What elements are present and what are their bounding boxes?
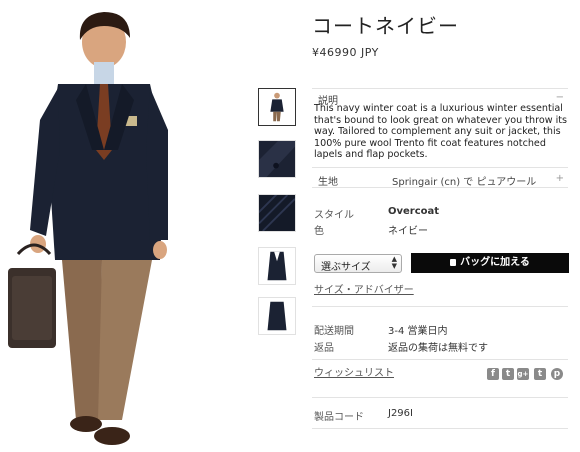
coat-back-icon (259, 298, 295, 334)
wishlist-link[interactable]: ウィッシュリスト (314, 368, 394, 380)
product-title: コートネイビー (312, 14, 459, 38)
add-to-bag-button[interactable]: バッグに加える (411, 253, 569, 273)
expand-icon[interactable]: + (556, 173, 564, 184)
returns-label: 返品 (314, 343, 334, 354)
thumbnail-fabric-detail[interactable] (258, 140, 296, 178)
style-label: スタイル (314, 210, 354, 221)
select-arrows-icon: ▲ ▼ (391, 255, 397, 270)
size-select[interactable]: 選ぶサイズ ▲ ▼ (314, 254, 402, 273)
fabric-stripe-icon (259, 195, 295, 231)
bag-icon (450, 259, 457, 266)
tumblr-icon[interactable]: t (534, 368, 546, 380)
style-value: Overcoat (388, 206, 440, 217)
thumbnail-coat-flat[interactable] (258, 247, 296, 285)
thumbnail-coat-back[interactable] (258, 297, 296, 335)
color-label: 色 (314, 226, 324, 237)
facebook-icon[interactable]: f (487, 368, 499, 380)
product-model-image (8, 12, 168, 445)
returns-value: 返品の集荷は無料です (388, 343, 488, 354)
divider (312, 428, 568, 429)
shipping-label: 配送期間 (314, 326, 354, 337)
divider (312, 88, 568, 89)
product-price: ¥46990 JPY (312, 46, 379, 59)
fabric-detail-icon (259, 141, 295, 177)
divider (312, 397, 568, 398)
coat-model-icon (259, 89, 295, 125)
size-advisor-link[interactable]: サイズ・アドバイザー (314, 281, 414, 296)
divider (312, 167, 568, 168)
product-code-value: J296I (388, 408, 413, 419)
google-plus-icon[interactable]: g+ (517, 368, 529, 380)
fabric-value: Springair (cn) で ピュアウール (392, 177, 537, 188)
size-select-value: 選ぶサイズ (321, 262, 371, 273)
divider (312, 187, 568, 188)
divider (312, 306, 568, 307)
product-description: This navy winter coat is a luxurious win… (314, 103, 568, 161)
coat-flat-icon (259, 248, 295, 284)
divider (312, 359, 568, 360)
collapse-icon[interactable]: − (556, 92, 564, 103)
thumbnail-model-front[interactable] (258, 88, 296, 126)
thumbnail-fabric-stripe[interactable] (258, 194, 296, 232)
add-to-bag-label: バッグに加える (460, 257, 530, 268)
pinterest-icon[interactable]: p (551, 368, 563, 380)
color-value: ネイビー (388, 226, 428, 237)
product-code-label: 製品コード (314, 412, 364, 423)
shipping-value: 3-4 営業日内 (388, 326, 448, 337)
twitter-icon[interactable]: t (502, 368, 514, 380)
